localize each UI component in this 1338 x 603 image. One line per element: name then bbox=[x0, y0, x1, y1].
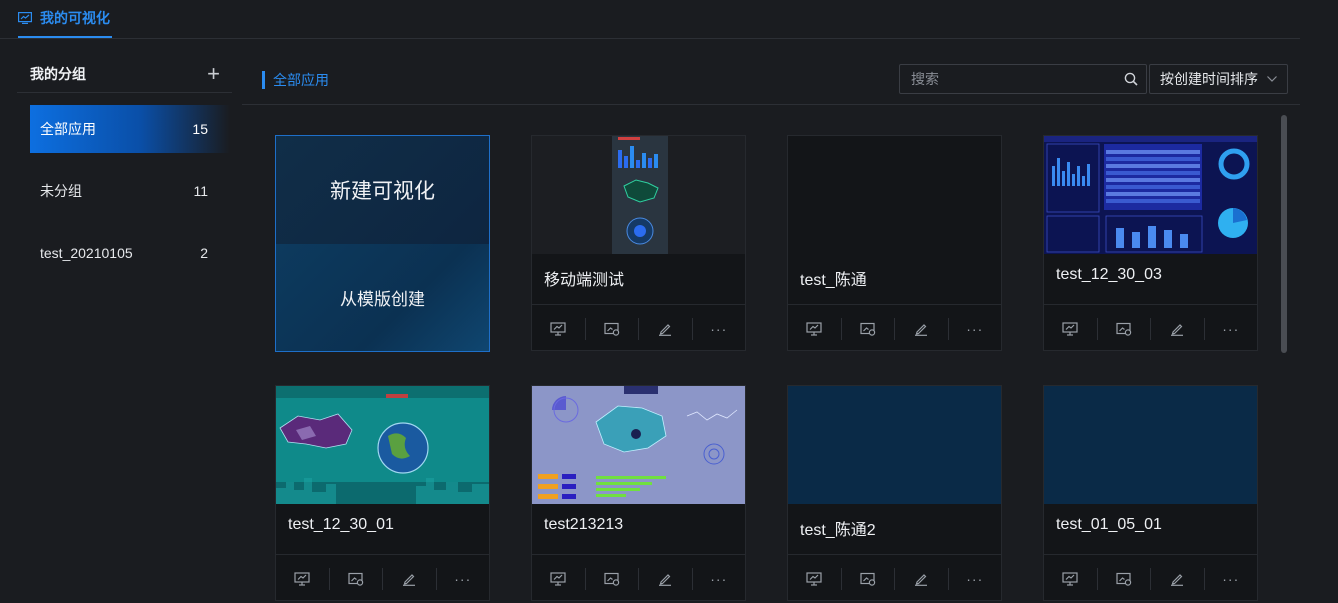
edit-icon[interactable] bbox=[639, 568, 693, 590]
edit-icon[interactable] bbox=[1151, 318, 1205, 340]
sidebar-item-count: 2 bbox=[200, 245, 208, 261]
visualization-icon bbox=[18, 12, 32, 24]
scrollbar-thumb[interactable] bbox=[1281, 115, 1287, 353]
app-card[interactable]: test_01_05_01 ··· bbox=[1043, 385, 1258, 601]
more-icon[interactable]: ··· bbox=[949, 318, 1002, 340]
create-from-template-button[interactable]: 从模版创建 bbox=[276, 244, 489, 351]
preview-icon[interactable] bbox=[276, 568, 330, 590]
app-card[interactable]: 移动端测试 ··· bbox=[531, 135, 746, 351]
preview-icon[interactable] bbox=[1044, 318, 1098, 340]
sidebar-item-ungrouped[interactable]: 未分组 11 bbox=[30, 167, 230, 215]
more-icon[interactable]: ··· bbox=[437, 568, 490, 590]
publish-icon[interactable] bbox=[1098, 568, 1151, 590]
edit-icon[interactable] bbox=[895, 568, 949, 590]
tab-label: 我的可视化 bbox=[40, 10, 110, 26]
preview-icon[interactable] bbox=[788, 568, 842, 590]
app-thumbnail[interactable] bbox=[788, 386, 1001, 504]
search-box bbox=[899, 64, 1147, 94]
sort-label: 按创建时间排序 bbox=[1160, 71, 1258, 87]
app-card[interactable]: test213213 ··· bbox=[531, 385, 746, 601]
publish-icon[interactable] bbox=[586, 568, 639, 590]
app-name: test213213 bbox=[544, 516, 624, 533]
sidebar-item-label: 未分组 bbox=[40, 183, 82, 199]
sidebar-title: 我的分组 bbox=[30, 66, 86, 82]
card-actions: ··· bbox=[788, 304, 1001, 353]
app-card[interactable]: test_陈通 ··· bbox=[787, 135, 1002, 351]
more-icon[interactable]: ··· bbox=[693, 568, 746, 590]
app-thumbnail[interactable] bbox=[532, 136, 745, 254]
app-thumbnail[interactable] bbox=[1044, 136, 1257, 254]
publish-icon[interactable] bbox=[842, 568, 895, 590]
app-name: test_01_05_01 bbox=[1056, 516, 1162, 533]
page-title: 全部应用 bbox=[262, 71, 329, 89]
sidebar-item-all-apps[interactable]: 全部应用 15 bbox=[30, 105, 230, 153]
group-list: 全部应用 15 未分组 11 test_20210105 2 bbox=[17, 105, 232, 277]
app-name: test_12_30_03 bbox=[1056, 266, 1162, 283]
preview-icon[interactable] bbox=[788, 318, 842, 340]
app-name: test_陈通 bbox=[800, 272, 867, 289]
sidebar-item-count: 15 bbox=[192, 121, 208, 137]
publish-icon[interactable] bbox=[330, 568, 383, 590]
plus-icon[interactable]: + bbox=[207, 63, 220, 85]
edit-icon[interactable] bbox=[1151, 568, 1205, 590]
app-name: 移动端测试 bbox=[544, 272, 625, 289]
more-icon[interactable]: ··· bbox=[693, 318, 746, 340]
more-icon[interactable]: ··· bbox=[949, 568, 1002, 590]
app-thumbnail[interactable] bbox=[532, 386, 745, 504]
top-tabbar: 我的可视化 bbox=[0, 0, 1300, 39]
sidebar-item-label: 全部应用 bbox=[40, 121, 96, 137]
card-actions: ··· bbox=[1044, 554, 1257, 603]
edit-icon[interactable] bbox=[383, 568, 437, 590]
app-thumbnail[interactable] bbox=[276, 386, 489, 504]
edit-icon[interactable] bbox=[895, 318, 949, 340]
sidebar-item-test-group[interactable]: test_20210105 2 bbox=[30, 229, 230, 277]
more-icon[interactable]: ··· bbox=[1205, 318, 1258, 340]
edit-icon[interactable] bbox=[639, 318, 693, 340]
chevron-down-icon bbox=[1267, 76, 1277, 82]
preview-icon[interactable] bbox=[532, 568, 586, 590]
publish-icon[interactable] bbox=[586, 318, 639, 340]
sidebar-item-label: test_20210105 bbox=[40, 245, 133, 261]
card-actions: ··· bbox=[532, 304, 745, 353]
app-card[interactable]: test_12_30_03 ··· bbox=[1043, 135, 1258, 351]
card-actions: ··· bbox=[532, 554, 745, 603]
app-thumbnail[interactable] bbox=[1044, 386, 1257, 504]
app-card[interactable]: test_12_30_01 ··· bbox=[275, 385, 490, 601]
new-visualization-card: 新建可视化 从模版创建 bbox=[275, 135, 490, 352]
card-actions: ··· bbox=[276, 554, 489, 603]
app-card[interactable]: test_陈通2 ··· bbox=[787, 385, 1002, 601]
app-grid: 新建可视化 从模版创建 移动端测试 ··· test_陈通 ··· test_1… bbox=[275, 135, 1265, 603]
app-thumbnail[interactable] bbox=[788, 136, 1001, 254]
main-header: 全部应用 按创建时间排序 bbox=[242, 56, 1300, 105]
more-icon[interactable]: ··· bbox=[1205, 568, 1258, 590]
group-sidebar: 我的分组 + 全部应用 15 未分组 11 test_20210105 2 bbox=[17, 56, 232, 596]
sidebar-header: 我的分组 + bbox=[17, 56, 232, 93]
sort-select[interactable]: 按创建时间排序 bbox=[1149, 64, 1288, 94]
tab-my-visualization[interactable]: 我的可视化 bbox=[18, 0, 112, 38]
card-actions: ··· bbox=[1044, 304, 1257, 353]
publish-icon[interactable] bbox=[1098, 318, 1151, 340]
scrollbar[interactable] bbox=[1281, 115, 1287, 603]
search-icon[interactable] bbox=[1116, 72, 1146, 86]
app-name: test_陈通2 bbox=[800, 522, 876, 539]
app-name: test_12_30_01 bbox=[288, 516, 394, 533]
create-visualization-button[interactable]: 新建可视化 bbox=[276, 136, 489, 244]
preview-icon[interactable] bbox=[1044, 568, 1098, 590]
search-input[interactable] bbox=[900, 70, 1116, 88]
sidebar-item-count: 11 bbox=[193, 183, 208, 199]
card-actions: ··· bbox=[788, 554, 1001, 603]
preview-icon[interactable] bbox=[532, 318, 586, 340]
publish-icon[interactable] bbox=[842, 318, 895, 340]
